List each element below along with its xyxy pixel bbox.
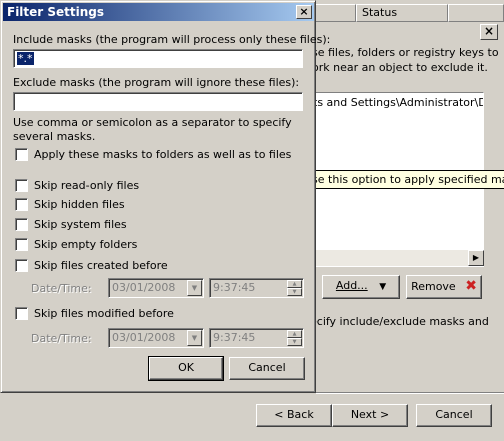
apply-folders-label: Apply these masks to folders as well as …: [34, 148, 292, 161]
dropdown-arrow-icon: ▼: [379, 282, 387, 292]
filter-settings-dialog: Filter Settings × Include masks (the pro…: [0, 0, 330, 393]
skip-readonly-checkbox[interactable]: [15, 179, 28, 192]
hint-line-1: se files, folders or registry keys to: [312, 46, 499, 59]
apply-folders-checkbox[interactable]: [15, 148, 28, 161]
skip-empty-folders-checkbox-row[interactable]: Skip empty folders: [15, 238, 137, 251]
created-time-spinner[interactable]: ▲ ▼: [287, 280, 302, 296]
apply-masks-tooltip: Use this option to apply specified masks…: [299, 170, 504, 189]
modified-time-value: 9:37:45: [213, 331, 256, 344]
spin-down-icon[interactable]: ▼: [287, 288, 302, 296]
exclude-masks-label: Exclude masks (the program will ignore t…: [13, 76, 300, 89]
close-icon[interactable]: ×: [296, 5, 312, 19]
list-item-path[interactable]: ts and Settings\Administrator\Desk: [313, 96, 483, 109]
description-line-2: .: [310, 329, 500, 344]
chevron-down-icon[interactable]: ▼: [187, 280, 202, 296]
modified-date-value: 03/01/2008: [112, 331, 176, 344]
hint-line-2: ork near an object to exclude it.: [312, 61, 488, 74]
skip-hidden-label: Skip hidden files: [34, 198, 125, 211]
skip-modified-before-label: Skip files modified before: [34, 307, 174, 320]
skip-modified-before-checkbox-row[interactable]: Skip files modified before: [15, 307, 174, 320]
created-time-value: 9:37:45: [213, 281, 256, 294]
column-header-extra[interactable]: [448, 4, 504, 22]
skip-created-before-checkbox-row[interactable]: Skip files created before: [15, 259, 168, 272]
footer-separator: [316, 392, 504, 394]
created-date-value: 03/01/2008: [112, 281, 176, 294]
skip-empty-folders-label: Skip empty folders: [34, 238, 138, 251]
spin-up-icon[interactable]: ▲: [287, 280, 302, 288]
include-masks-value: *.*: [17, 52, 34, 65]
horizontal-scrollbar[interactable]: ▶: [312, 250, 484, 266]
remove-button[interactable]: Remove ✖: [406, 275, 482, 299]
skip-modified-before-checkbox[interactable]: [15, 307, 28, 320]
modified-datetime-label: Date/Time:: [31, 332, 92, 345]
wizard-cancel-button[interactable]: Cancel: [416, 404, 492, 427]
next-button[interactable]: Next >: [332, 404, 408, 427]
skip-created-before-checkbox[interactable]: [15, 259, 28, 272]
ok-button[interactable]: OK: [148, 356, 224, 381]
separator-note: Use comma or semicolon as a separator to…: [13, 116, 292, 144]
include-masks-label: Include masks (the program will process …: [13, 33, 331, 46]
add-button-label: Add...: [335, 279, 368, 292]
created-time-field[interactable]: 9:37:45 ▲ ▼: [209, 278, 304, 298]
skip-system-checkbox-row[interactable]: Skip system files: [15, 218, 127, 231]
skip-readonly-checkbox-row[interactable]: Skip read-only files: [15, 179, 139, 192]
created-date-picker[interactable]: 03/01/2008 ▼: [108, 278, 204, 298]
description-line-1: ecify include/exclude masks and: [310, 315, 489, 328]
skip-created-before-label: Skip files created before: [34, 259, 168, 272]
modified-time-field[interactable]: 9:37:45 ▲ ▼: [209, 328, 304, 348]
skip-readonly-label: Skip read-only files: [34, 179, 140, 192]
skip-hidden-checkbox[interactable]: [15, 198, 28, 211]
separator-note-line-2: several masks.: [13, 130, 96, 143]
dialog-title: Filter Settings: [7, 5, 105, 19]
scroll-right-icon[interactable]: ▶: [468, 250, 484, 266]
remove-button-label: Remove: [411, 280, 456, 293]
include-masks-input[interactable]: *.*: [13, 49, 303, 68]
dialog-titlebar[interactable]: Filter Settings ×: [3, 3, 314, 21]
exclude-masks-input[interactable]: [13, 92, 303, 111]
spin-down-icon[interactable]: ▼: [287, 338, 302, 346]
created-datetime-label: Date/Time:: [31, 282, 92, 295]
modified-time-spinner[interactable]: ▲ ▼: [287, 330, 302, 346]
remove-x-icon: ✖: [465, 278, 477, 294]
exclude-hint-text: se files, folders or registry keys to or…: [312, 45, 502, 75]
spin-up-icon[interactable]: ▲: [287, 330, 302, 338]
add-button[interactable]: Add... ▼: [322, 275, 400, 299]
back-button[interactable]: < Back: [256, 404, 332, 427]
modified-date-picker[interactable]: 03/01/2008 ▼: [108, 328, 204, 348]
skip-empty-folders-checkbox[interactable]: [15, 238, 28, 251]
skip-system-label: Skip system files: [34, 218, 127, 231]
wizard-description: ecify include/exclude masks and .: [310, 314, 500, 344]
skip-hidden-checkbox-row[interactable]: Skip hidden files: [15, 198, 125, 211]
separator-note-line-1: Use comma or semicolon as a separator to…: [13, 116, 292, 129]
panel-close-icon[interactable]: ×: [480, 24, 498, 40]
chevron-down-icon[interactable]: ▼: [187, 330, 202, 346]
column-header-status[interactable]: Status: [356, 4, 448, 22]
cancel-button[interactable]: Cancel: [229, 357, 305, 380]
skip-system-checkbox[interactable]: [15, 218, 28, 231]
apply-folders-checkbox-row[interactable]: Apply these masks to folders as well as …: [15, 148, 291, 161]
